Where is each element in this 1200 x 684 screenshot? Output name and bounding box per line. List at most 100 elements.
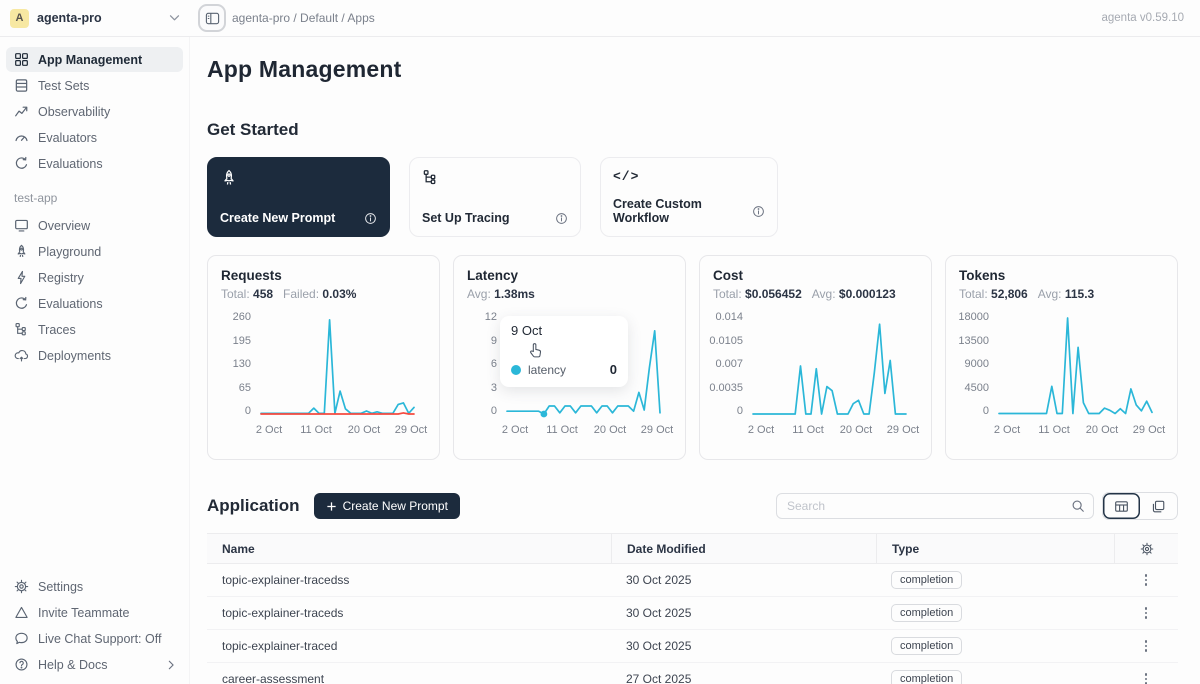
applications-table: Name Date Modified Type topic-explainer-… xyxy=(207,533,1178,684)
table-icon xyxy=(14,78,29,93)
column-settings-gear-icon[interactable] xyxy=(1140,542,1154,556)
x-tick-label: 29 Oct xyxy=(641,424,673,436)
x-tick-label: 20 Oct xyxy=(594,424,626,436)
x-tick-label: 11 Oct xyxy=(546,424,578,436)
stat-value: 52,806 xyxy=(991,287,1028,301)
create-custom-workflow-card[interactable]: </> Create Custom Workflow xyxy=(600,157,778,237)
sidebar-item-label: Evaluators xyxy=(38,131,97,145)
y-tick-label: 0 xyxy=(491,405,497,417)
set-up-tracing-card[interactable]: Set Up Tracing xyxy=(409,157,581,237)
sidebar-item-label: Playground xyxy=(38,245,101,259)
stat-value: 458 xyxy=(253,287,273,301)
sidebar-item-label: Help & Docs xyxy=(38,658,107,672)
info-icon[interactable] xyxy=(364,212,377,225)
stat-value: 115.3 xyxy=(1065,287,1094,301)
get-started-cards: Create New Prompt xyxy=(207,157,1178,237)
requests-chart-card: RequestsTotal: 458Failed: 0.03%260195130… xyxy=(207,255,440,460)
tooltip-date: 9 Oct xyxy=(511,323,617,338)
search-input[interactable] xyxy=(777,499,1063,513)
tokens-chart-card: TokensTotal: 52,806Avg: 115.318000135009… xyxy=(945,255,1178,460)
sidebar-item-playground[interactable]: Playground xyxy=(6,239,183,264)
chart-stats: Total: 52,806Avg: 115.3 xyxy=(959,287,1164,301)
y-tick-label: 130 xyxy=(233,358,251,370)
search-icon[interactable] xyxy=(1063,499,1093,513)
table-row[interactable]: topic-explainer-tracedss 30 Oct 2025 com… xyxy=(207,564,1178,597)
app-date-modified: 27 Oct 2025 xyxy=(611,672,876,684)
sidebar-toggle-button[interactable] xyxy=(198,4,226,32)
sidebar-item-test-sets[interactable]: Test Sets xyxy=(6,73,183,98)
create-new-prompt-card[interactable]: Create New Prompt xyxy=(207,157,390,237)
refresh-circle-icon xyxy=(14,296,29,311)
sidebar-item-label: Observability xyxy=(38,105,110,119)
table-row[interactable]: topic-explainer-traceds 30 Oct 2025 comp… xyxy=(207,597,1178,630)
sidebar-item-deployments[interactable]: Deployments xyxy=(6,343,183,368)
column-header-type[interactable]: Type xyxy=(876,534,1114,563)
table-row[interactable]: topic-explainer-traced 30 Oct 2025 compl… xyxy=(207,630,1178,663)
type-badge: completion xyxy=(891,604,962,622)
stat-label: Total: xyxy=(959,287,991,301)
sidebar-item-evaluations-app[interactable]: Evaluations xyxy=(6,291,183,316)
sidebar-item-settings[interactable]: Settings xyxy=(6,574,183,599)
y-tick-label: 195 xyxy=(233,335,251,347)
workspace-switcher[interactable]: A agenta-pro xyxy=(0,9,190,28)
card-view-button[interactable] xyxy=(1140,493,1177,519)
sidebar-item-evaluators[interactable]: Evaluators xyxy=(6,125,183,150)
row-actions-menu-icon[interactable] xyxy=(1145,640,1148,652)
sidebar-item-label: Settings xyxy=(38,580,83,594)
stat-label: Avg: xyxy=(467,287,494,301)
trace-tree-icon xyxy=(422,169,439,186)
requests-line-chart[interactable] xyxy=(259,311,421,419)
tokens-line-chart[interactable] xyxy=(997,311,1159,419)
sidebar-item-label: Traces xyxy=(38,323,76,337)
x-tick-label: 29 Oct xyxy=(887,424,919,436)
sidebar-item-label: App Management xyxy=(38,53,142,67)
grid-icon xyxy=(14,52,29,67)
column-header-name[interactable]: Name xyxy=(207,542,611,556)
sidebar-item-live-chat-support[interactable]: Live Chat Support: Off xyxy=(6,626,183,651)
sidebar-item-observability[interactable]: Observability xyxy=(6,99,183,124)
chevron-down-icon xyxy=(169,14,180,22)
info-icon[interactable] xyxy=(555,212,568,225)
app-root: A agenta-pro agenta-pro / Default / Apps… xyxy=(0,0,1200,684)
sidebar-item-invite-teammate[interactable]: Invite Teammate xyxy=(6,600,183,625)
row-actions-menu-icon[interactable] xyxy=(1145,673,1148,684)
plot-svg-wrap xyxy=(751,311,913,419)
x-axis-labels: 2 Oct11 Oct20 Oct29 Oct xyxy=(267,422,426,438)
series-requests xyxy=(261,320,414,414)
sidebar-item-label: Test Sets xyxy=(38,79,89,93)
stat-label: Avg: xyxy=(812,287,839,301)
sidebar-item-traces[interactable]: Traces xyxy=(6,317,183,342)
breadcrumb[interactable]: agenta-pro / Default / Apps xyxy=(232,11,375,25)
create-new-prompt-button[interactable]: Create New Prompt xyxy=(314,493,460,519)
plus-icon xyxy=(326,501,337,512)
sidebar-item-overview[interactable]: Overview xyxy=(6,213,183,238)
sidebar-item-label: Invite Teammate xyxy=(38,606,129,620)
card-view-icon xyxy=(1151,499,1166,514)
table-view-icon xyxy=(1114,499,1129,514)
y-tick-label: 6 xyxy=(491,358,497,370)
sidebar-item-help-docs[interactable]: Help & Docs xyxy=(6,652,183,677)
chart-tooltip: 9 Octlatency0 xyxy=(500,316,628,387)
info-icon[interactable] xyxy=(752,205,765,218)
sidebar-item-evaluations[interactable]: Evaluations xyxy=(6,151,183,176)
sidebar-item-registry[interactable]: Registry xyxy=(6,265,183,290)
y-tick-label: 65 xyxy=(239,382,251,394)
metrics-charts-row: RequestsTotal: 458Failed: 0.03%260195130… xyxy=(207,255,1178,460)
row-actions-menu-icon[interactable] xyxy=(1145,574,1148,586)
table-row[interactable]: career-assessment 27 Oct 2025 completion xyxy=(207,663,1178,684)
application-header: Application Create New Prompt xyxy=(207,492,1178,520)
workspace-avatar: A xyxy=(10,9,29,28)
column-header-date-modified[interactable]: Date Modified xyxy=(611,534,876,563)
y-tick-label: 4500 xyxy=(965,382,989,394)
cost-line-chart[interactable] xyxy=(751,311,913,419)
x-tick-label: 11 Oct xyxy=(792,424,824,436)
chart-plot-area: 1800013500900045000 xyxy=(959,311,1164,419)
question-circle-icon xyxy=(14,657,29,672)
code-icon: </> xyxy=(613,169,639,184)
page-title: App Management xyxy=(207,56,1178,83)
row-actions-menu-icon[interactable] xyxy=(1145,607,1148,619)
trace-tree-icon xyxy=(14,322,29,337)
sidebar-item-app-management[interactable]: App Management xyxy=(6,47,183,72)
y-tick-label: 0 xyxy=(983,405,989,417)
table-view-button[interactable] xyxy=(1103,493,1140,519)
